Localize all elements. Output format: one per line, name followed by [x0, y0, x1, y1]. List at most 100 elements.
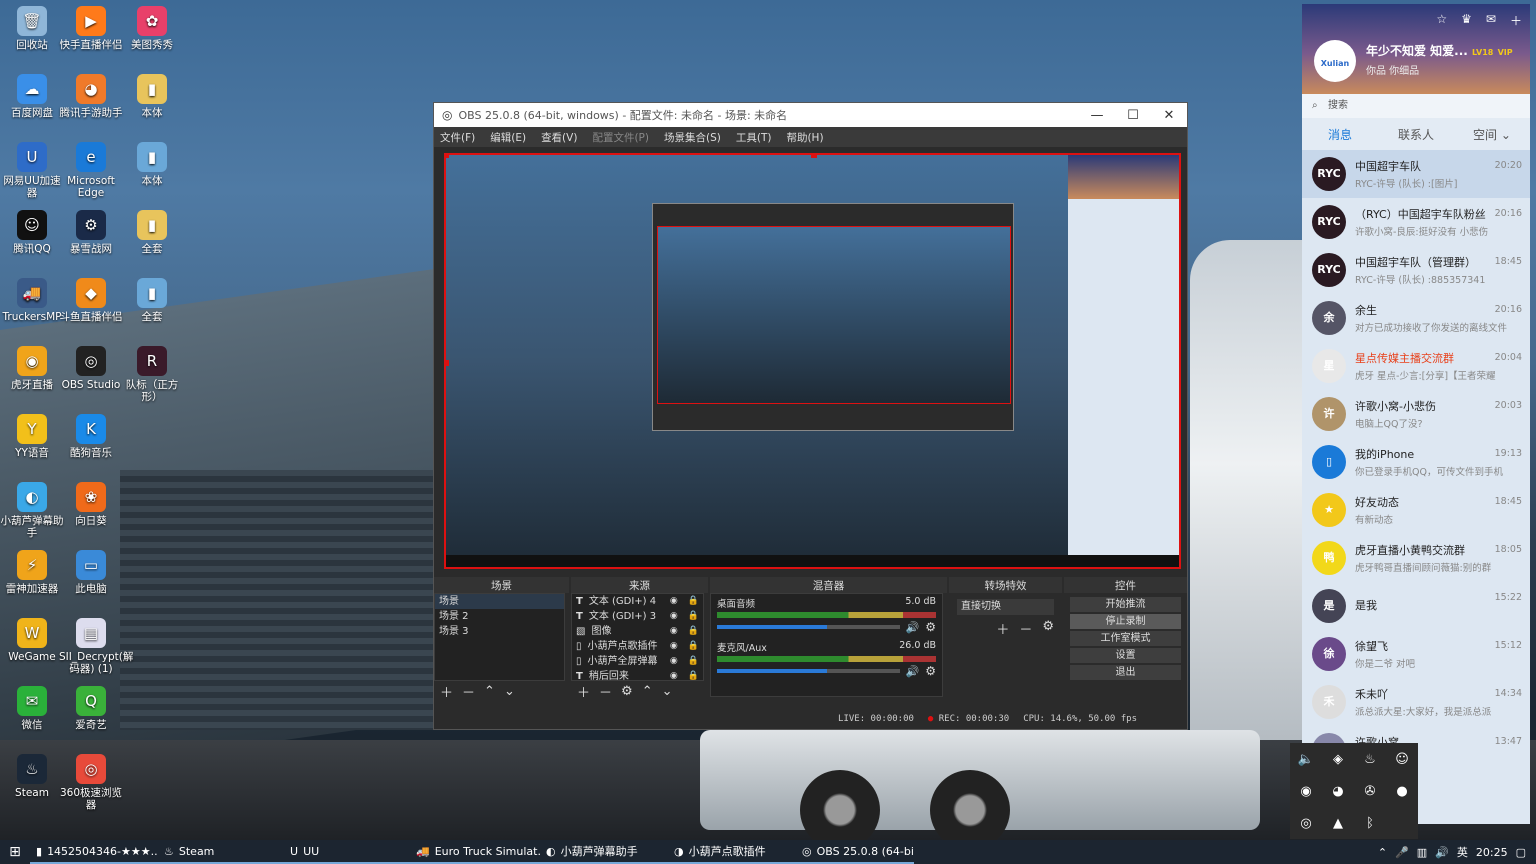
obs-titlebar[interactable]: ◎ OBS 25.0.8 (64-bit, windows) - 配置文件: 未… [434, 103, 1187, 127]
360-tray-icon[interactable]: ◎ [1290, 807, 1322, 839]
desktop-icon[interactable]: ♨ Steam [0, 754, 64, 799]
maximize-button[interactable]: ☐ [1115, 108, 1151, 123]
taskbar-app-button[interactable]: ◐ 小葫芦弹幕助手 [540, 840, 668, 864]
chat-list-item[interactable]: ★ 好友动态 有新动态 18:45 [1302, 486, 1530, 534]
volume-slider[interactable] [717, 669, 900, 673]
desktop-icon[interactable]: Y YY语音 [0, 414, 64, 459]
skin-icon[interactable]: ♛ [1461, 12, 1472, 29]
scenes-list[interactable]: 场景 场景 2 场景 3 [434, 593, 565, 681]
transition-select[interactable]: 直接切换 [957, 599, 1054, 615]
bluetooth-icon[interactable]: ᛒ [1354, 807, 1386, 839]
menu-view[interactable]: 查看(V) [541, 130, 577, 145]
add-icon[interactable]: ＋ [1510, 12, 1522, 29]
lock-icon[interactable]: 🔒 [688, 639, 699, 654]
chat-list-item[interactable]: 禾禾未吖 派总派大星:大家好，我是派总派 14:34 [1302, 678, 1530, 726]
source-item[interactable]: ▯ 小葫芦点歌插件 ◉ 🔒 [572, 639, 703, 654]
stop-recording-button[interactable]: 停止录制 [1070, 614, 1181, 629]
chat-list-item[interactable]: 是是我 15:22 [1302, 582, 1530, 630]
desktop-icon[interactable]: Q 爱奇艺 [59, 686, 123, 731]
chat-list-item[interactable]: 徐徐望飞 你是二爷 对吧 15:12 [1302, 630, 1530, 678]
taskbar-app-button[interactable]: ▮ 1452504346-★★★... [30, 840, 158, 864]
source-item[interactable]: ▧ 图像 ◉ 🔒 [572, 624, 703, 639]
desktop-icon[interactable]: ◕ 腾讯手游助手 [59, 74, 123, 119]
menu-profile[interactable]: 配置文件(P) [592, 130, 649, 145]
visibility-eye-icon[interactable]: ◉ [670, 594, 678, 609]
sources-list[interactable]: T 文本 (GDI+) 4 ◉ 🔒 T 文本 (GDI+) 3 ◉ 🔒 ▧ 图像 ◉ 🔒 ▯ 小葫芦点歌插… [571, 593, 704, 682]
network-icon[interactable]: ▥ [1417, 846, 1427, 859]
scene-item[interactable]: 场景 2 [435, 609, 564, 624]
ime-indicator[interactable]: 英 [1457, 844, 1468, 860]
speaker-icon[interactable]: 🔊 [906, 665, 920, 678]
obs-preview[interactable] [444, 153, 1181, 569]
desktop-icon[interactable]: 🗑 回收站 [0, 6, 64, 51]
minimize-button[interactable]: — [1079, 108, 1115, 123]
lock-icon[interactable]: 🔒 [688, 654, 699, 669]
desktop-icon[interactable]: ▮ 全套 [120, 210, 184, 255]
transition-gear-icon[interactable]: ⚙ [1042, 619, 1054, 638]
visibility-eye-icon[interactable]: ◉ [670, 639, 678, 654]
remove-scene-button[interactable]: － [462, 682, 475, 701]
source-item[interactable]: T 文本 (GDI+) 3 ◉ 🔒 [572, 609, 703, 624]
source-properties-gear-icon[interactable]: ⚙ [621, 684, 633, 699]
scene-item[interactable]: 场景 [435, 594, 564, 609]
volume-slider[interactable] [717, 625, 900, 629]
shield-icon[interactable]: ◈ [1322, 743, 1354, 775]
chat-list-item[interactable]: RYC 中国超宇车队（管理群） RYC-许导 (队长) :885357341 18:4… [1302, 246, 1530, 294]
qq-main-panel[interactable]: ☆ ♛ ✉ ＋ Xulian 年少不知爱 知爱... LV18 VIP 你品 你… [1302, 4, 1530, 824]
menu-help[interactable]: 帮助(H) [786, 130, 823, 145]
qq-signature[interactable]: 你品 你细品 [1366, 62, 1419, 77]
taskbar-app-button[interactable]: U UU [284, 840, 410, 864]
desktop-icon[interactable]: ◎ OBS Studio [59, 346, 123, 391]
wechat-tray-icon[interactable]: ● [1386, 775, 1418, 807]
desktop-icon[interactable]: ◉ 虎牙直播 [0, 346, 64, 391]
add-scene-button[interactable]: ＋ [440, 682, 453, 701]
obs-window[interactable]: ◎ OBS 25.0.8 (64-bit, windows) - 配置文件: 未… [433, 102, 1188, 730]
chat-list-item[interactable]: RYC 中国超宇车队 RYC-许导 (队长) :[图片] 20:20 [1302, 150, 1530, 198]
visibility-eye-icon[interactable]: ◉ [670, 654, 678, 669]
lock-icon[interactable]: 🔒 [688, 624, 699, 639]
desktop-icon[interactable]: ◐ 小葫芦弹幕助手 [0, 482, 64, 539]
transform-handle[interactable] [446, 360, 449, 366]
desktop-icon[interactable]: ☁ 百度网盘 [0, 74, 64, 119]
transform-handle[interactable] [811, 155, 817, 158]
chat-list-item[interactable]: RYC （RYC）中国超宇车队粉丝 许歌小窝-良辰:挺好没有 小悲伤 20:16 [1302, 198, 1530, 246]
desktop-icon[interactable]: ◆ 斗鱼直播伴侣 [59, 278, 123, 323]
scene-item[interactable]: 场景 3 [435, 624, 564, 639]
exit-button[interactable]: 退出 [1070, 665, 1181, 680]
desktop-icon[interactable]: U 网易UU加速器 [0, 142, 64, 199]
desktop-icon[interactable]: ▮ 本体 [120, 142, 184, 187]
start-button[interactable]: ⊞ [0, 844, 30, 860]
desktop-icon[interactable]: ▶ 快手直播伴侣 [59, 6, 123, 51]
qq-nickname[interactable]: 年少不知爱 知爱... [1366, 44, 1468, 58]
transform-handle[interactable] [446, 155, 449, 158]
desktop-icon[interactable]: ☺ 腾讯QQ [0, 210, 64, 255]
add-source-button[interactable]: ＋ [577, 682, 590, 701]
visibility-eye-icon[interactable]: ◉ [670, 624, 678, 639]
close-button[interactable]: ✕ [1151, 108, 1187, 123]
tab-space[interactable]: 空间 ⌄ [1454, 126, 1530, 143]
taskbar-app-button[interactable]: ◑ 小葫芦点歌插件 [668, 840, 796, 864]
move-up-button[interactable]: ⌃ [484, 684, 495, 699]
taskbar-app-button[interactable]: ♨ Steam [158, 840, 284, 864]
move-up-button[interactable]: ⌃ [642, 684, 653, 699]
desktop-icon[interactable]: ◎ 360极速浏览器 [59, 754, 123, 811]
visibility-eye-icon[interactable]: ◉ [670, 609, 678, 624]
desktop-icon[interactable]: W WeGame [0, 618, 64, 663]
tab-messages[interactable]: 消息 [1302, 126, 1378, 143]
desktop-icon[interactable]: K 酷狗音乐 [59, 414, 123, 459]
qq-search-input[interactable]: ⌕ 搜索 [1302, 94, 1530, 118]
move-down-button[interactable]: ⌄ [504, 684, 515, 699]
desktop-icon[interactable]: R 队标（正方形） [120, 346, 184, 403]
mail-icon[interactable]: ✉ [1486, 12, 1496, 29]
chat-list-item[interactable]: 鸭虎牙直播小黄鸭交流群 虎牙鸭哥直播间顾问薇猫:别的群 18:05 [1302, 534, 1530, 582]
notification-center-icon[interactable]: ▢ [1516, 846, 1526, 859]
menu-scene-collection[interactable]: 场景集合(S) [664, 130, 721, 145]
desktop-icon[interactable]: ▤ SII_Decrypt(解码器) (1) [59, 618, 133, 675]
menu-file[interactable]: 文件(F) [440, 130, 475, 145]
desktop-icon[interactable]: ❀ 向日葵 [59, 482, 123, 527]
menu-edit[interactable]: 编辑(E) [490, 130, 526, 145]
add-transition-button[interactable]: ＋ [996, 619, 1009, 638]
lock-icon[interactable]: 🔒 [688, 609, 699, 624]
desktop-icon[interactable]: 🚚 TruckersMP [0, 278, 64, 323]
desktop-icon[interactable]: ⚙ 暴雪战网 [59, 210, 123, 255]
